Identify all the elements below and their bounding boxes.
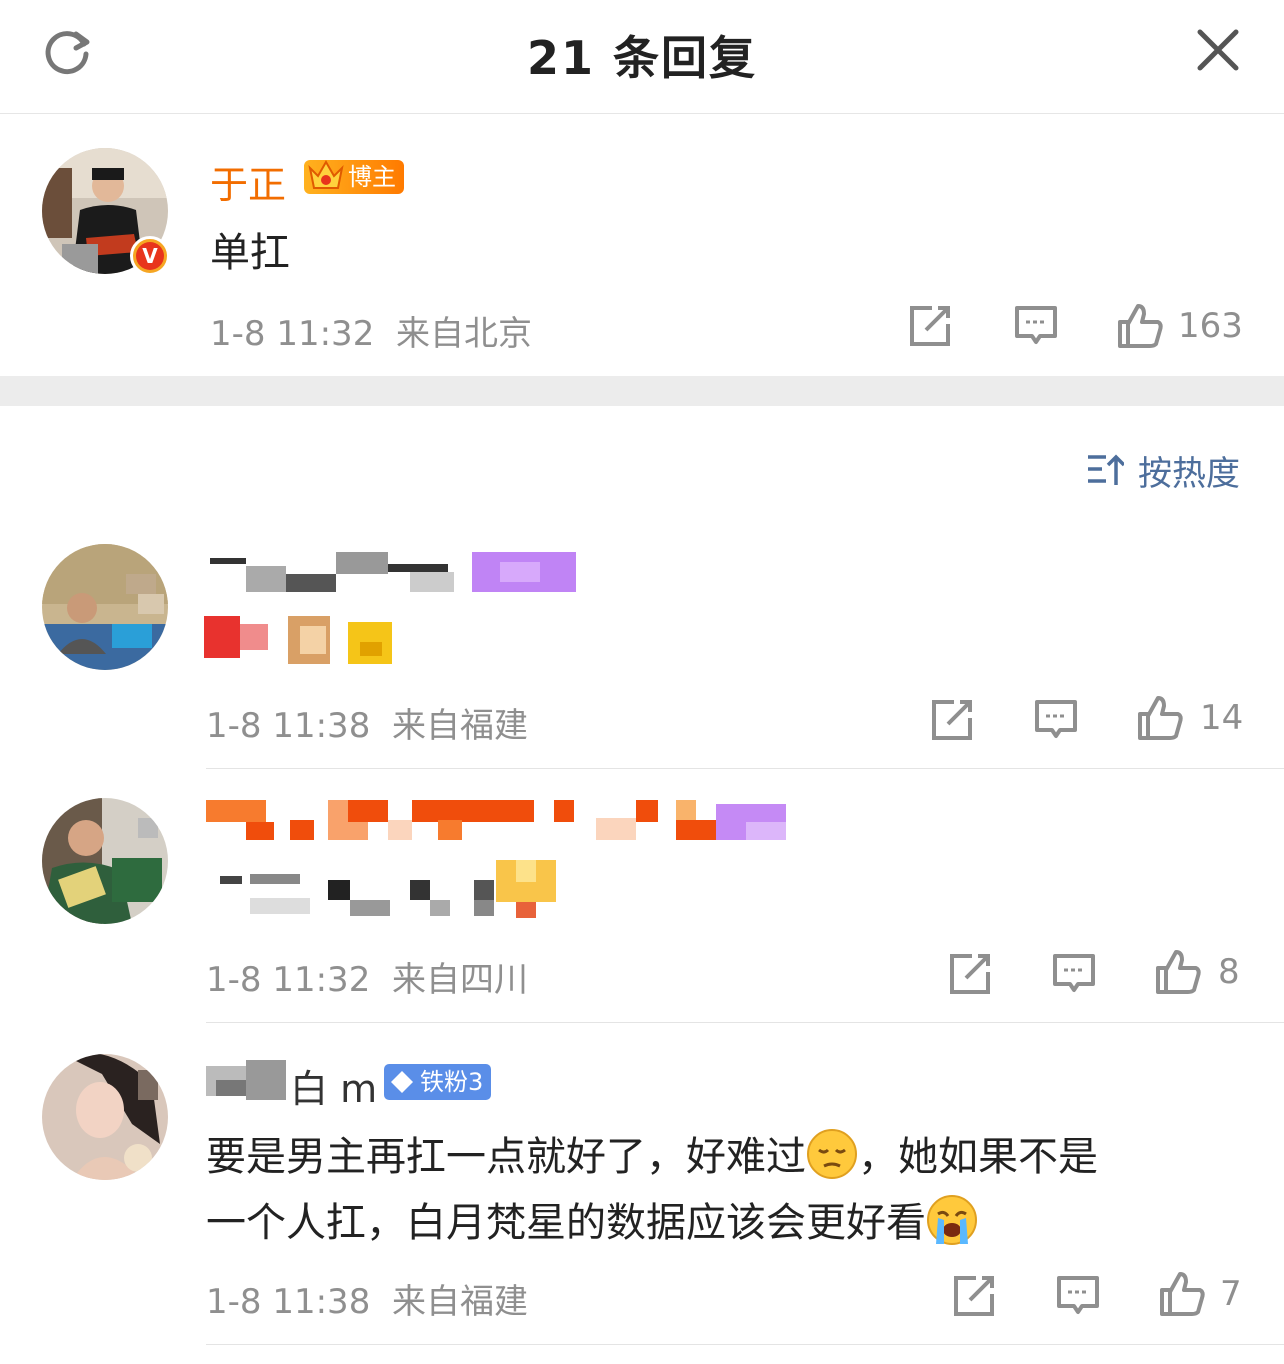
comment-text: 单扛 xyxy=(210,230,290,276)
timestamp: 1-8 11:38 xyxy=(206,1282,371,1322)
fan-level-badge: 铁粉3 xyxy=(384,1064,492,1100)
comment-icon[interactable] xyxy=(1034,698,1078,742)
header: 21 条回复 xyxy=(0,0,1284,114)
sort-toggle[interactable]: 按热度 xyxy=(1086,448,1240,494)
location: 来自福建 xyxy=(391,1282,528,1322)
avatar[interactable] xyxy=(42,1054,168,1180)
sort-label: 按热度 xyxy=(1138,453,1240,494)
page-title: 21 条回复 xyxy=(526,31,758,85)
divider xyxy=(206,1344,1284,1345)
close-icon[interactable] xyxy=(1196,28,1240,72)
location: 来自北京 xyxy=(395,314,532,354)
comment-meta: 1-8 11:38 来自福建 xyxy=(206,1274,528,1323)
comment-text-blurred xyxy=(204,612,394,668)
comment-text-blurred xyxy=(220,860,560,920)
timestamp: 1-8 11:32 xyxy=(206,960,371,1000)
divider xyxy=(206,768,1284,769)
like-icon[interactable] xyxy=(1154,948,1202,996)
comment-text-line2: 一个人扛，白月梵星的数据应该会更好看 xyxy=(206,1190,978,1248)
comment-meta: 1-8 11:32 来自四川 xyxy=(206,952,528,1001)
timestamp: 1-8 11:32 xyxy=(210,314,375,354)
crying-emoji-icon xyxy=(927,1195,977,1245)
pensive-emoji-icon xyxy=(807,1129,857,1179)
username-blurred xyxy=(206,1060,286,1102)
avatar[interactable] xyxy=(42,798,168,924)
username[interactable]: 于正 xyxy=(210,154,286,209)
share-icon[interactable] xyxy=(930,698,974,742)
like-count: 8 xyxy=(1218,952,1240,992)
like-icon[interactable] xyxy=(1158,1270,1206,1318)
like-count: 163 xyxy=(1178,306,1243,346)
divider xyxy=(206,1022,1284,1023)
crown-icon xyxy=(308,159,344,189)
timestamp: 1-8 11:38 xyxy=(206,706,371,746)
like-count: 7 xyxy=(1220,1274,1242,1314)
comment-text: 要是男主再扛一点就好了，好难过 ，她如果不是 xyxy=(206,1124,1098,1182)
comment-meta: 1-8 11:32 来自北京 xyxy=(210,306,532,355)
main-comment: V 于正 博主 单扛 1-8 11:32 来自北京 163 xyxy=(0,114,1284,376)
share-icon[interactable] xyxy=(908,304,952,348)
username-blurred xyxy=(210,552,576,596)
comment-icon[interactable] xyxy=(1056,1274,1100,1318)
section-divider xyxy=(0,376,1284,406)
username-blurred xyxy=(206,800,786,842)
share-icon[interactable] xyxy=(952,1274,996,1318)
sort-icon xyxy=(1088,454,1124,485)
diamond-icon xyxy=(391,1071,413,1093)
comment-icon[interactable] xyxy=(1014,304,1058,348)
like-icon[interactable] xyxy=(1136,694,1184,742)
username-visible[interactable]: 白 m xyxy=(290,1058,377,1113)
verified-badge-icon: V xyxy=(130,236,170,276)
comment-meta: 1-8 11:38 来自福建 xyxy=(206,698,528,747)
location: 来自福建 xyxy=(391,706,528,746)
like-icon[interactable] xyxy=(1116,302,1164,350)
avatar[interactable] xyxy=(42,544,168,670)
share-icon[interactable] xyxy=(948,952,992,996)
blogger-badge: 博主 xyxy=(304,159,404,194)
location: 来自四川 xyxy=(391,960,528,1000)
comment-icon[interactable] xyxy=(1052,952,1096,996)
like-count: 14 xyxy=(1200,698,1244,738)
